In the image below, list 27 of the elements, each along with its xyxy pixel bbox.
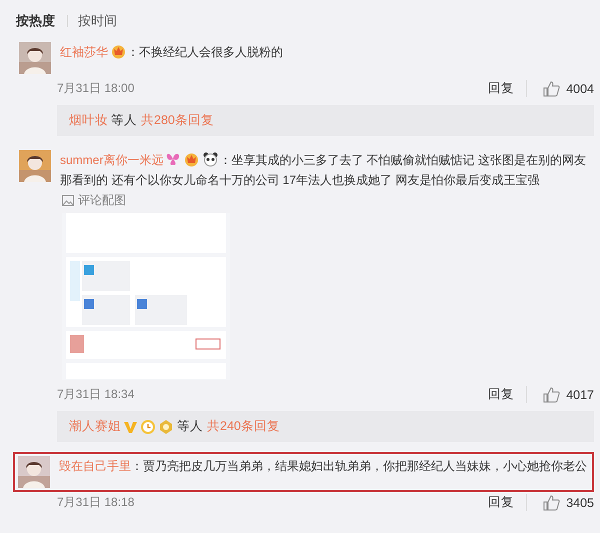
comment-text: 毁在自己手里：贾乃亮把皮几万当弟弟，结果媳妇出轨弟弟，你把那经纪人当妹妹，小心她抢你老公 (59, 458, 588, 475)
medal-icon (158, 418, 174, 434)
clock-icon (140, 418, 156, 434)
sort-tab[interactable]: 按热度 (14, 12, 63, 30)
butterfly-icon (165, 151, 182, 167)
crown-icon (110, 43, 127, 59)
comment-text: summer离你一米远 ：坐享其成的小三多了去了 不怕贼偷就怕贼惦记 这张图是在别的网友那看到的 还有个以你女儿命名十万的公司 17年法人也换成她了 网友是怕你最后变成王宝强 (60, 150, 588, 189)
reply-button[interactable]: 回复 (476, 386, 528, 403)
thumbs-up-icon (543, 386, 560, 402)
others-label: 等人 (177, 418, 203, 435)
like-button[interactable]: 3405 (527, 494, 594, 510)
others-label: 等人 (111, 112, 137, 129)
comment-time: 7月31日 18:18 (57, 494, 136, 511)
panda-icon (202, 151, 220, 167)
comment-time: 7月31日 18:34 (57, 386, 136, 403)
sort-tab[interactable]: 按时间 (76, 12, 125, 30)
reply-button[interactable]: 回复 (476, 494, 528, 511)
reply-button[interactable]: 回复 (476, 80, 528, 97)
comment-image-link[interactable]: 评论配图 (62, 192, 126, 209)
comment-time: 7月31日 18:00 (57, 80, 136, 97)
like-button[interactable]: 4017 (527, 386, 594, 402)
thumbs-up-icon (543, 494, 560, 510)
comment-text: 红袖莎华 ：不换经纪人会很多人脱粉的 (60, 42, 284, 61)
crown-icon (183, 151, 200, 167)
like-button[interactable]: 4004 (527, 80, 594, 96)
thumbs-up-icon (543, 80, 560, 96)
image-icon (62, 195, 74, 206)
